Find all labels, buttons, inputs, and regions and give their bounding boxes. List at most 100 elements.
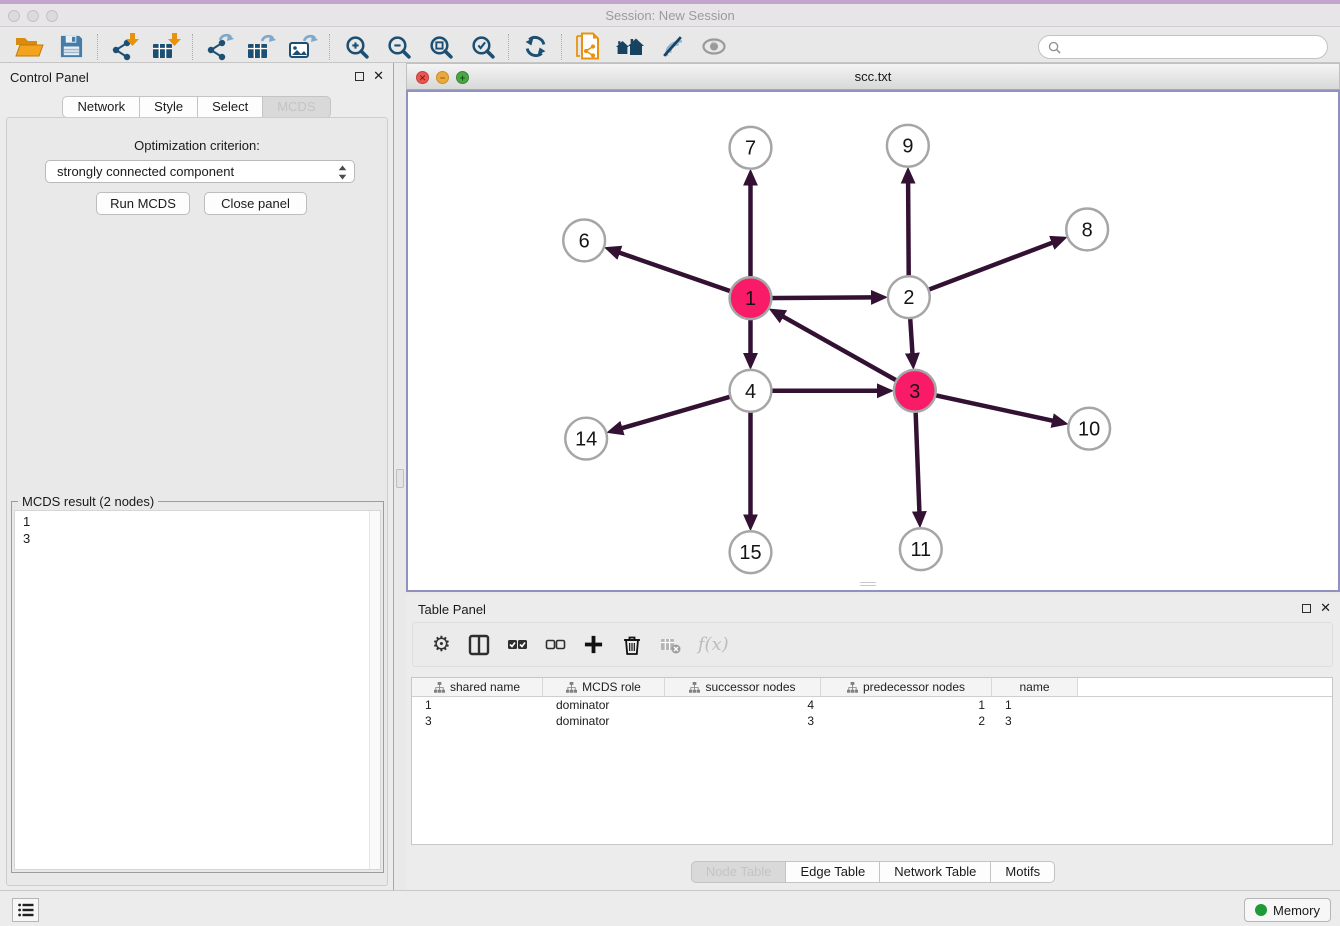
- mcds-result-list[interactable]: 1 3: [14, 510, 381, 870]
- export-image-button[interactable]: [282, 32, 324, 62]
- network-window-titlebar[interactable]: ✕ − + scc.txt: [406, 63, 1340, 90]
- column-header-predecessor-nodes[interactable]: predecessor nodes: [821, 678, 992, 696]
- zoom-out-button[interactable]: [377, 32, 419, 62]
- delete-column-icon[interactable]: [621, 633, 643, 656]
- table-panel: Table Panel ✕ ⚙: [406, 595, 1340, 890]
- mcds-result-title: MCDS result (2 nodes): [18, 494, 158, 509]
- close-panel-icon[interactable]: ✕: [1320, 603, 1331, 613]
- open-session-button[interactable]: [8, 32, 50, 62]
- export-table-button[interactable]: [240, 32, 282, 62]
- cell-successor-nodes[interactable]: 3: [665, 714, 821, 728]
- import-network-icon: [109, 33, 139, 61]
- column-header-mcds-role[interactable]: MCDS role: [543, 678, 665, 696]
- criterion-select[interactable]: strongly connected component: [45, 160, 355, 183]
- table-row[interactable]: 1 dominator 4 1 1: [412, 697, 1332, 713]
- control-panel-header: Control Panel ✕: [0, 63, 393, 89]
- add-column-icon[interactable]: [583, 634, 604, 655]
- toolbar-separator: [329, 34, 330, 60]
- tab-network[interactable]: Network: [62, 96, 140, 118]
- node-label: 9: [902, 136, 913, 158]
- tab-edge-table[interactable]: Edge Table: [786, 861, 880, 883]
- float-panel-icon[interactable]: [355, 72, 364, 81]
- node-table: shared name MCDS role: [411, 677, 1333, 845]
- control-panel-title: Control Panel: [10, 70, 89, 85]
- tab-network-table[interactable]: Network Table: [880, 861, 991, 883]
- import-table-button[interactable]: [145, 32, 187, 62]
- refresh-button[interactable]: [514, 32, 556, 62]
- home-icon: [615, 35, 645, 59]
- cell-name[interactable]: 1: [992, 698, 1078, 712]
- column-label: name: [1019, 680, 1049, 694]
- cell-shared-name[interactable]: 3: [412, 714, 543, 728]
- run-mcds-button[interactable]: Run MCDS: [96, 192, 190, 215]
- cell-predecessor-nodes[interactable]: 2: [821, 714, 992, 728]
- toolbar-separator: [508, 34, 509, 60]
- toggle-panel-layout-icon[interactable]: [468, 634, 490, 656]
- cell-mcds-role[interactable]: dominator: [543, 698, 665, 712]
- tab-mcds[interactable]: MCDS: [263, 96, 330, 118]
- tab-select[interactable]: Select: [198, 96, 263, 118]
- cell-name[interactable]: 3: [992, 714, 1078, 728]
- column-settings-icon[interactable]: ⚙: [432, 634, 451, 655]
- zoom-in-icon: [344, 34, 369, 59]
- node-label: 10: [1078, 419, 1100, 441]
- select-all-columns-icon[interactable]: [507, 636, 528, 653]
- edge-2-8[interactable]: [909, 243, 1053, 298]
- zoom-selected-icon: [470, 34, 495, 59]
- zoom-fit-button[interactable]: [419, 32, 461, 62]
- task-history-button[interactable]: [12, 898, 39, 922]
- cell-predecessor-nodes[interactable]: 1: [821, 698, 992, 712]
- search-box[interactable]: [1038, 35, 1328, 59]
- column-type-icon: [566, 682, 577, 693]
- node-label: 4: [745, 381, 756, 403]
- node-label: 14: [575, 429, 597, 451]
- cell-successor-nodes[interactable]: 4: [665, 698, 821, 712]
- memory-status-icon: [1255, 904, 1267, 916]
- tab-node-table[interactable]: Node Table: [691, 861, 787, 883]
- new-network-from-selection-button[interactable]: [567, 32, 609, 62]
- zoom-fit-icon: [428, 34, 453, 59]
- panel-splitter-handle[interactable]: [396, 469, 404, 488]
- column-label: predecessor nodes: [863, 680, 965, 694]
- zoom-in-button[interactable]: [335, 32, 377, 62]
- table-header-row: shared name MCDS role: [412, 678, 1332, 697]
- import-network-button[interactable]: [103, 32, 145, 62]
- node-label: 3: [909, 381, 920, 403]
- delete-table-icon: [660, 636, 681, 654]
- canvas-resize-grip[interactable]: [860, 582, 876, 587]
- application-window: Session: New Session: [0, 0, 1340, 926]
- result-scrollbar[interactable]: [369, 511, 380, 869]
- save-session-button[interactable]: [50, 32, 92, 62]
- first-neighbors-button[interactable]: [609, 32, 651, 62]
- search-input[interactable]: [1067, 40, 1327, 54]
- tab-style[interactable]: Style: [140, 96, 198, 118]
- export-network-icon: [204, 33, 234, 61]
- network-canvas[interactable]: 1234678910111415: [406, 90, 1340, 592]
- table-row[interactable]: 3 dominator 3 2 3: [412, 713, 1332, 729]
- table-panel-tabs: Node Table Edge Table Network Table Moti…: [406, 861, 1340, 883]
- table-toolbar: ⚙: [412, 622, 1333, 667]
- cell-shared-name[interactable]: 1: [412, 698, 543, 712]
- edge-3-1[interactable]: [783, 316, 915, 391]
- export-network-button[interactable]: [198, 32, 240, 62]
- header-filler: [1078, 678, 1332, 696]
- column-header-successor-nodes[interactable]: successor nodes: [665, 678, 821, 696]
- toolbar-separator: [97, 34, 98, 60]
- hide-details-icon: [660, 34, 685, 59]
- tab-motifs[interactable]: Motifs: [991, 861, 1055, 883]
- toolbar-separator: [561, 34, 562, 60]
- column-header-name[interactable]: name: [992, 678, 1078, 696]
- cell-mcds-role[interactable]: dominator: [543, 714, 665, 728]
- hide-graphics-details-button[interactable]: [651, 32, 693, 62]
- node-label: 1: [745, 288, 756, 310]
- close-panel-icon[interactable]: ✕: [373, 71, 384, 81]
- zoom-selected-button[interactable]: [461, 32, 503, 62]
- float-panel-icon[interactable]: [1302, 604, 1311, 613]
- memory-button[interactable]: Memory: [1244, 898, 1331, 922]
- search-icon: [1048, 41, 1061, 54]
- function-builder-icon: f(x): [698, 634, 729, 655]
- column-header-shared-name[interactable]: shared name: [412, 678, 543, 696]
- zoom-out-icon: [386, 34, 411, 59]
- close-panel-button[interactable]: Close panel: [204, 192, 307, 215]
- deselect-all-columns-icon[interactable]: [545, 636, 566, 653]
